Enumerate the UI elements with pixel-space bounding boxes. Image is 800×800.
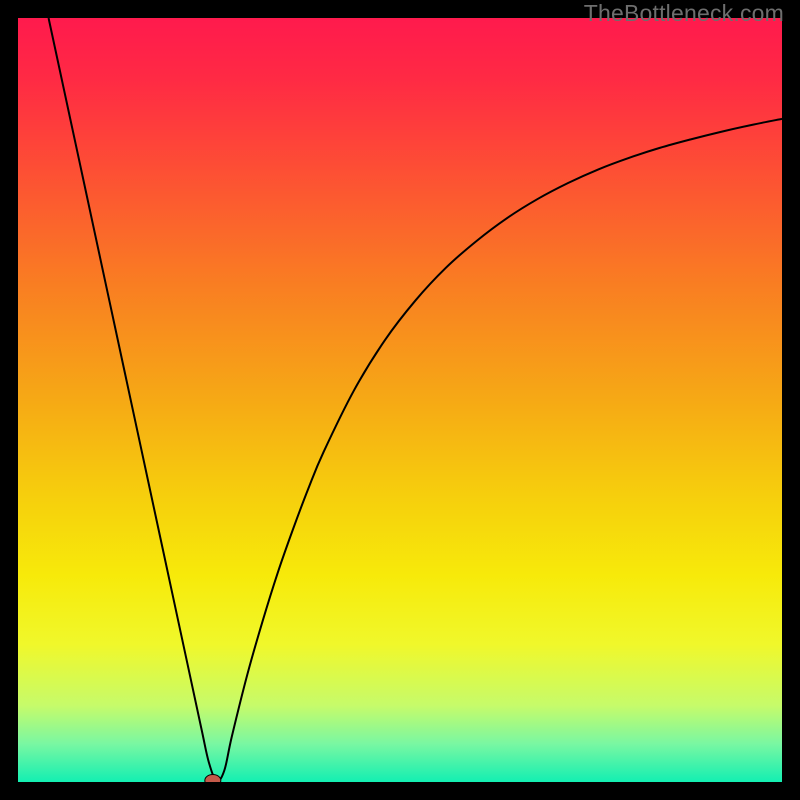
outer-frame [18, 18, 782, 782]
bottleneck-chart [18, 18, 782, 782]
watermark-text: TheBottleneck.com [584, 0, 784, 27]
gradient-background [18, 18, 782, 782]
bottleneck-marker [205, 774, 221, 782]
